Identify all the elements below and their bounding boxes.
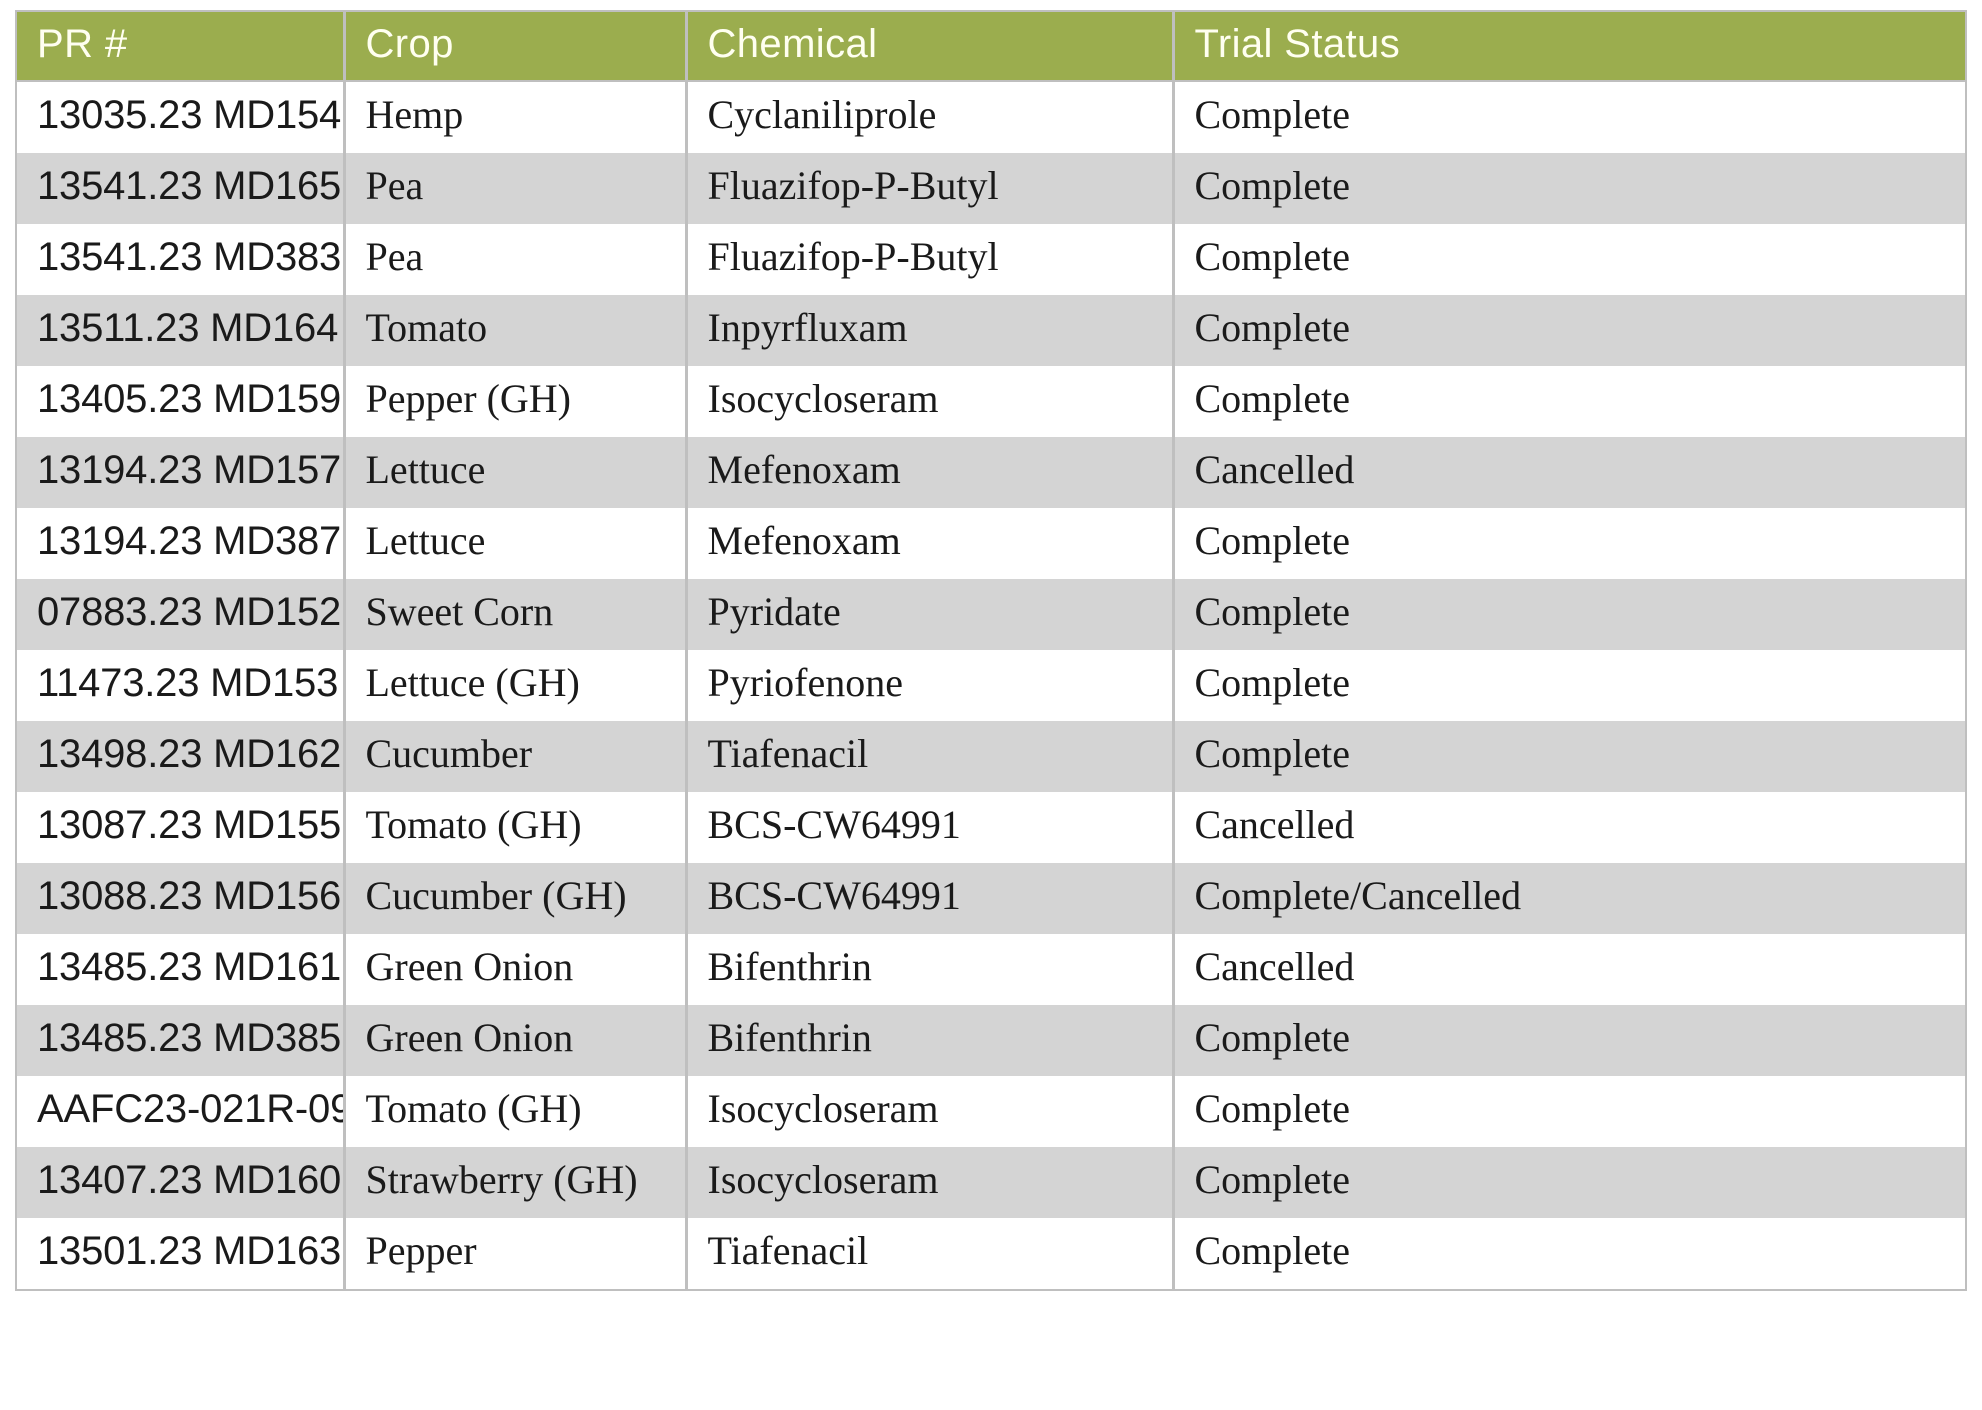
- cell-pr: 13541.23 MD383: [15, 224, 346, 295]
- cell-status: Complete/Cancelled: [1173, 863, 1967, 934]
- table-row: 13511.23 MD164 Tomato Inpyrfluxam Complete: [15, 295, 1967, 366]
- cell-crop: Pepper (GH): [344, 366, 688, 437]
- cell-crop: Pepper: [344, 1218, 688, 1291]
- cell-chemical: Bifenthrin: [686, 934, 1175, 1005]
- column-header-chemical: Chemical: [686, 10, 1175, 82]
- cell-chemical: Cyclaniliprole: [686, 81, 1175, 153]
- cell-status: Cancelled: [1173, 437, 1967, 508]
- cell-pr: 13087.23 MD155: [15, 792, 346, 863]
- table-row: 13541.23 MD165 Pea Fluazifop-P-Butyl Comple…: [15, 153, 1967, 224]
- cell-status: Complete: [1173, 224, 1967, 295]
- cell-status: Complete: [1173, 650, 1967, 721]
- cell-crop: Lettuce (GH): [344, 650, 688, 721]
- table-header: PR # Crop Chemical Trial Status: [15, 10, 1967, 82]
- cell-pr: 13405.23 MD159: [15, 366, 346, 437]
- trial-table: PR # Crop Chemical Trial Status 13035.23…: [15, 10, 1967, 1291]
- cell-pr: 13035.23 MD154: [15, 81, 346, 153]
- cell-pr: 13511.23 MD164: [15, 295, 346, 366]
- cell-crop: Lettuce: [344, 437, 688, 508]
- cell-crop: Green Onion: [344, 1005, 688, 1076]
- cell-status: Complete: [1173, 1147, 1967, 1218]
- cell-crop: Hemp: [344, 81, 688, 153]
- cell-status: Complete: [1173, 721, 1967, 792]
- cell-chemical: Fluazifop-P-Butyl: [686, 153, 1175, 224]
- cell-crop: Lettuce: [344, 508, 688, 579]
- cell-chemical: BCS-CW64991: [686, 792, 1175, 863]
- cell-status: Complete: [1173, 1218, 1967, 1291]
- table-row: AAFC23-021R-090 Tomato (GH) Isocycloseram C…: [15, 1076, 1967, 1147]
- column-header-pr: PR #: [15, 10, 346, 82]
- table-row: 13405.23 MD159 Pepper (GH) Isocycloseram Co…: [15, 366, 1967, 437]
- table-row: 13541.23 MD383 Pea Fluazifop-P-Butyl Comple…: [15, 224, 1967, 295]
- cell-pr: 13194.23 MD387: [15, 508, 346, 579]
- cell-chemical: Mefenoxam: [686, 437, 1175, 508]
- cell-pr: 13485.23 MD385: [15, 1005, 346, 1076]
- table-row: 11473.23 MD153 Lettuce (GH) Pyriofenone Com…: [15, 650, 1967, 721]
- cell-chemical: BCS-CW64991: [686, 863, 1175, 934]
- cell-pr: 13485.23 MD161: [15, 934, 346, 1005]
- cell-status: Complete: [1173, 508, 1967, 579]
- cell-status: Cancelled: [1173, 792, 1967, 863]
- column-header-crop: Crop: [344, 10, 688, 82]
- cell-status: Complete: [1173, 1005, 1967, 1076]
- cell-status: Complete: [1173, 579, 1967, 650]
- trial-table-container: PR # Crop Chemical Trial Status 13035.23…: [15, 10, 1967, 1392]
- table-header-row: PR # Crop Chemical Trial Status: [15, 10, 1967, 82]
- table-row: 13501.23 MD163 Pepper Tiafenacil Complete: [15, 1218, 1967, 1291]
- cell-crop: Pea: [344, 224, 688, 295]
- table-row: 13485.23 MD161 Green Onion Bifenthrin Cance…: [15, 934, 1967, 1005]
- table-row: 13485.23 MD385 Green Onion Bifenthrin Compl…: [15, 1005, 1967, 1076]
- cell-pr: 13498.23 MD162: [15, 721, 346, 792]
- cell-crop: Green Onion: [344, 934, 688, 1005]
- cell-chemical: Inpyrfluxam: [686, 295, 1175, 366]
- cell-pr: 11473.23 MD153: [15, 650, 346, 721]
- cell-pr: 13501.23 MD163: [15, 1218, 346, 1291]
- cell-chemical: Isocycloseram: [686, 1076, 1175, 1147]
- cell-status: Complete: [1173, 1076, 1967, 1147]
- cell-chemical: Isocycloseram: [686, 1147, 1175, 1218]
- cell-crop: Cucumber (GH): [344, 863, 688, 934]
- table-row: 07883.23 MD152 Sweet Corn Pyridate Complete: [15, 579, 1967, 650]
- table-body: 13035.23 MD154 Hemp Cyclaniliprole Complete…: [15, 81, 1967, 1291]
- cell-chemical: Mefenoxam: [686, 508, 1175, 579]
- cell-pr: 13088.23 MD156: [15, 863, 346, 934]
- cell-status: Complete: [1173, 153, 1967, 224]
- table-row: 13087.23 MD155 Tomato (GH) BCS-CW64991 Canc…: [15, 792, 1967, 863]
- cell-crop: Cucumber: [344, 721, 688, 792]
- table-row: 13035.23 MD154 Hemp Cyclaniliprole Complete: [15, 81, 1967, 153]
- cell-status: Complete: [1173, 295, 1967, 366]
- cell-chemical: Pyriofenone: [686, 650, 1175, 721]
- cell-pr: 13541.23 MD165: [15, 153, 346, 224]
- cell-chemical: Pyridate: [686, 579, 1175, 650]
- cell-chemical: Bifenthrin: [686, 1005, 1175, 1076]
- table-row: 13194.23 MD387 Lettuce Mefenoxam Complete: [15, 508, 1967, 579]
- cell-pr: AAFC23-021R-090: [15, 1076, 346, 1147]
- cell-crop: Tomato: [344, 295, 688, 366]
- cell-pr: 13194.23 MD157: [15, 437, 346, 508]
- cell-crop: Tomato (GH): [344, 1076, 688, 1147]
- cell-crop: Sweet Corn: [344, 579, 688, 650]
- cell-chemical: Isocycloseram: [686, 366, 1175, 437]
- cell-status: Cancelled: [1173, 934, 1967, 1005]
- cell-chemical: Fluazifop-P-Butyl: [686, 224, 1175, 295]
- cell-crop: Tomato (GH): [344, 792, 688, 863]
- cell-status: Complete: [1173, 366, 1967, 437]
- table-row: 13194.23 MD157 Lettuce Mefenoxam Cancelled: [15, 437, 1967, 508]
- cell-crop: Pea: [344, 153, 688, 224]
- table-row: 13088.23 MD156 Cucumber (GH) BCS-CW64991 Co…: [15, 863, 1967, 934]
- table-row: 13498.23 MD162 Cucumber Tiafenacil Complete: [15, 721, 1967, 792]
- cell-chemical: Tiafenacil: [686, 1218, 1175, 1291]
- cell-crop: Strawberry (GH): [344, 1147, 688, 1218]
- table-row: 13407.23 MD160 Strawberry (GH) Isocycloser…: [15, 1147, 1967, 1218]
- cell-pr: 13407.23 MD160: [15, 1147, 346, 1218]
- cell-status: Complete: [1173, 81, 1967, 153]
- cell-pr: 07883.23 MD152: [15, 579, 346, 650]
- column-header-status: Trial Status: [1173, 10, 1967, 82]
- cell-chemical: Tiafenacil: [686, 721, 1175, 792]
